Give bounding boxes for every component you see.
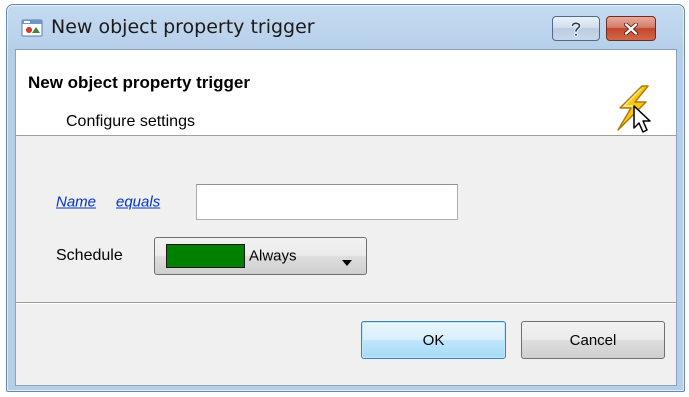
operator-equals-link[interactable]: equals — [116, 194, 160, 211]
ok-button[interactable]: OK — [361, 321, 506, 359]
window-app-icon — [21, 18, 43, 38]
help-icon — [570, 21, 582, 37]
header-title: New object property trigger — [28, 73, 250, 92]
name-value-input[interactable] — [196, 184, 458, 220]
header-subtitle: Configure settings — [66, 113, 195, 130]
help-button[interactable] — [552, 16, 600, 41]
window-title: New object property trigger — [51, 16, 315, 38]
chevron-down-icon — [341, 252, 353, 266]
close-icon — [624, 22, 638, 35]
title-bar[interactable]: New object property trigger — [7, 5, 684, 49]
schedule-color-swatch — [166, 244, 245, 268]
dialog-window: New object property trigger New object p… — [6, 4, 685, 392]
schedule-dropdown[interactable]: Always — [154, 237, 367, 275]
name-property-link[interactable]: Name — [56, 194, 96, 211]
wizard-header: New object property trigger Configure se… — [16, 50, 676, 136]
schedule-selected-value: Always — [249, 247, 297, 265]
close-button[interactable] — [606, 16, 656, 41]
dialog-client-area: New object property trigger Configure se… — [15, 49, 677, 386]
lightning-icon — [612, 84, 658, 136]
cancel-button[interactable]: Cancel — [521, 321, 665, 359]
footer-divider — [16, 302, 676, 304]
schedule-label: Schedule — [56, 247, 123, 264]
